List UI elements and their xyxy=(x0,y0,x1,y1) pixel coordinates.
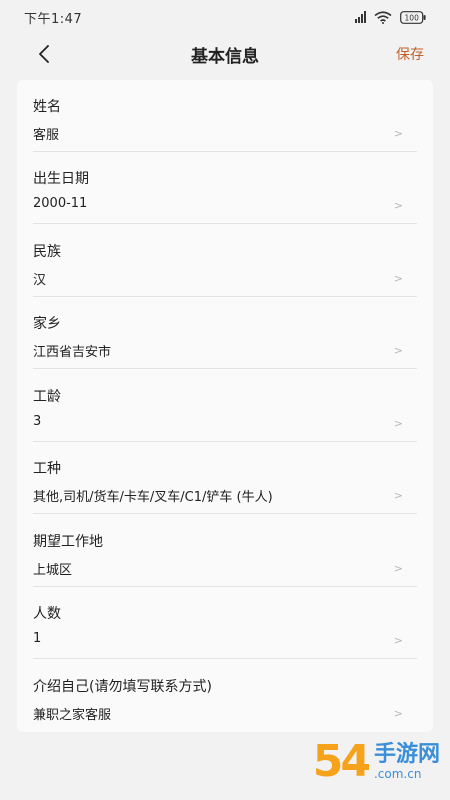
watermark-brand: 手游网 xyxy=(373,741,440,767)
field-label: 介绍自己(请勿填写联系方式) xyxy=(33,679,212,695)
field-value: 其他,司机/货车/卡车/叉车/C1/铲车 (牛人) xyxy=(33,490,273,505)
battery-icon: 100 xyxy=(400,10,426,24)
divider xyxy=(33,658,417,659)
field-label: 出生日期 xyxy=(33,171,89,187)
field-value: 江西省吉安市 xyxy=(33,345,112,360)
chevron-right-icon: > xyxy=(393,344,403,357)
status-time: 下午1:47 xyxy=(24,12,83,27)
field-label: 姓名 xyxy=(33,99,61,115)
chevron-right-icon: > xyxy=(393,562,403,575)
field-label: 家乡 xyxy=(33,316,61,332)
chevron-right-icon: > xyxy=(393,272,403,285)
divider xyxy=(33,223,417,224)
chevron-right-icon: > xyxy=(393,489,403,502)
field-hometown[interactable]: 家乡 江西省吉安市 > xyxy=(17,297,433,369)
field-self-intro[interactable]: 介绍自己(请勿填写联系方式) 兼职之家客服 > xyxy=(17,660,433,732)
field-value: 兼职之家客服 xyxy=(33,708,112,723)
save-button[interactable]: 保存 xyxy=(396,44,424,64)
field-value: 客服 xyxy=(33,128,60,143)
divider xyxy=(33,368,417,369)
watermark-url: .com.cn xyxy=(373,766,422,781)
field-expected-location[interactable]: 期望工作地 上城区 > xyxy=(17,515,433,587)
status-icons: 100 xyxy=(355,9,426,25)
field-label: 工龄 xyxy=(33,389,61,405)
field-label: 工种 xyxy=(33,461,61,477)
header: 基本信息 保存 xyxy=(0,34,450,74)
field-job-type[interactable]: 工种 其他,司机/货车/卡车/叉车/C1/铲车 (牛人) > xyxy=(17,442,433,514)
field-ethnicity[interactable]: 民族 汉 > xyxy=(17,225,433,297)
field-value: 上城区 xyxy=(33,563,73,578)
field-label: 民族 xyxy=(33,244,61,260)
field-value: 1 xyxy=(33,631,42,646)
field-value: 汉 xyxy=(33,273,47,288)
field-value: 3 xyxy=(33,414,42,429)
divider xyxy=(33,513,417,514)
watermark-number: 54 xyxy=(312,736,371,787)
watermark-text: 手游网 .com.cn xyxy=(373,741,440,782)
chevron-right-icon: > xyxy=(393,199,403,212)
chevron-right-icon: > xyxy=(393,707,403,720)
site-watermark: 54 手游网 .com.cn xyxy=(313,732,440,792)
field-value: 2000-11 xyxy=(33,196,88,211)
field-headcount[interactable]: 人数 1 > xyxy=(17,587,433,659)
status-bar: 下午1:47 100 xyxy=(0,0,450,34)
chevron-right-icon: > xyxy=(393,417,403,430)
field-work-years[interactable]: 工龄 3 > xyxy=(17,370,433,442)
chevron-right-icon: > xyxy=(393,127,403,140)
battery-level: 100 xyxy=(405,13,420,22)
field-label: 人数 xyxy=(33,606,61,622)
info-form-card: 姓名 客服 > 出生日期 2000-11 > 民族 汉 > 家乡 江西省吉安市 … xyxy=(17,80,433,732)
field-name[interactable]: 姓名 客服 > xyxy=(17,80,433,152)
wifi-icon xyxy=(374,10,392,24)
chevron-right-icon: > xyxy=(393,634,403,647)
signal-icon xyxy=(355,11,366,23)
field-birth-date[interactable]: 出生日期 2000-11 > xyxy=(17,152,433,224)
page-title: 基本信息 xyxy=(191,47,259,67)
field-label: 期望工作地 xyxy=(33,534,103,550)
